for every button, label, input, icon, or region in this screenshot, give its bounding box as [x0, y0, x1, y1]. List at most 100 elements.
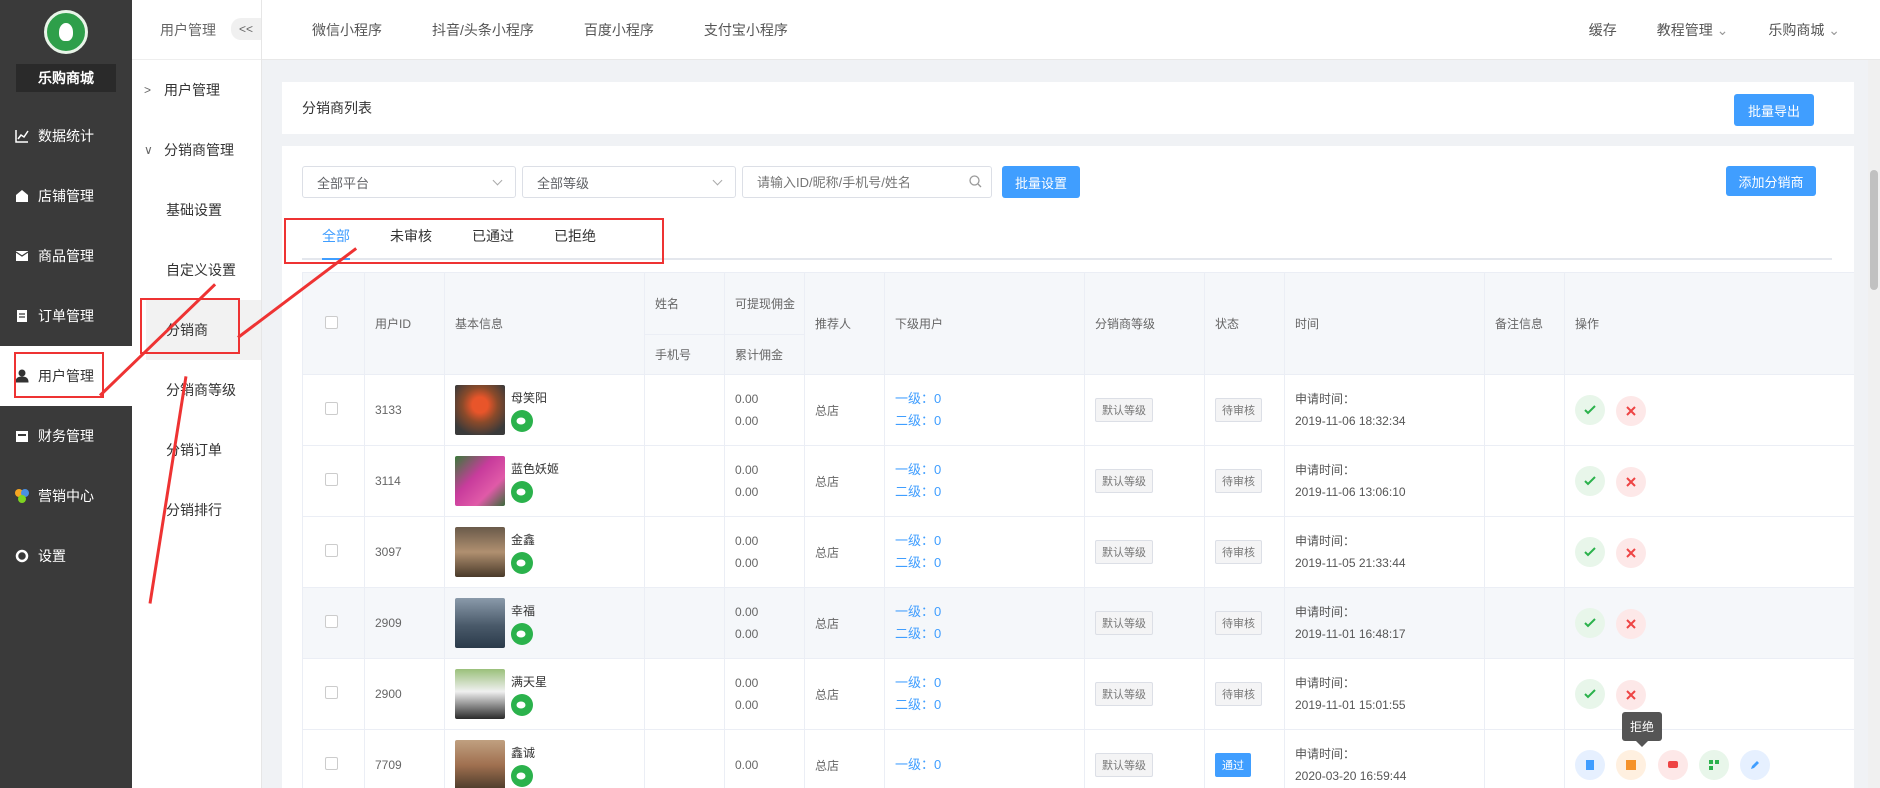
tutorial-dropdown[interactable]: 教程管理: [1657, 20, 1729, 40]
approve-icon[interactable]: [1575, 536, 1605, 567]
top-header: 微信小程序 抖音/头条小程序 百度小程序 支付宝小程序 缓存 教程管理 乐购商城: [262, 0, 1880, 60]
header-right: 缓存 教程管理 乐购商城: [1589, 0, 1840, 60]
level1-link[interactable]: 一级：0: [895, 672, 1084, 694]
sub-users-cell: 一级：0 二级：0: [884, 587, 1085, 659]
batch-settings-button[interactable]: 批量设置: [1002, 166, 1080, 198]
nav-item-orders[interactable]: 订单管理: [0, 286, 132, 346]
subnav-item-basic[interactable]: 基础设置: [132, 180, 261, 240]
level1-link[interactable]: 一级：0: [895, 459, 1084, 481]
apply-time: 2019-11-05 21:33:44: [1295, 556, 1406, 570]
commission-cell: 0.00 0.00: [724, 516, 805, 588]
time-cell: 申请时间： 2019-11-01 15:01:55: [1284, 658, 1485, 730]
level2-link[interactable]: 二级：0: [895, 694, 1084, 716]
referrer: 总店: [804, 729, 885, 788]
toptab-douyin[interactable]: 抖音/头条小程序: [432, 20, 534, 40]
toptab-baidu[interactable]: 百度小程序: [584, 20, 654, 40]
subnav-item-ranking[interactable]: 分销排行: [132, 480, 261, 540]
distributor-table: 用户ID 基本信息 姓名 可提现佣金 推荐人 下级用户 分销商等级 状态 时间 …: [302, 272, 1854, 788]
toptab-alipay[interactable]: 支付宝小程序: [704, 20, 788, 40]
batch-export-button[interactable]: 批量导出: [1734, 94, 1814, 126]
select-all-checkbox[interactable]: [325, 315, 338, 329]
search-wrap: [742, 166, 992, 198]
subnav-group-users[interactable]: > 用户管理: [132, 60, 261, 120]
user-id: 3097: [364, 516, 445, 588]
add-distributor-button[interactable]: 添加分销商: [1726, 166, 1816, 196]
row-checkbox[interactable]: [325, 615, 338, 628]
reject-icon[interactable]: [1616, 537, 1647, 568]
approve-icon[interactable]: [1575, 394, 1605, 425]
row-checkbox[interactable]: [325, 686, 338, 699]
status-cell: 通过: [1204, 729, 1285, 788]
page-scrollbar[interactable]: [1868, 60, 1880, 788]
withdrawable-commission: 0.00: [735, 605, 759, 619]
level1-link[interactable]: 一级：0: [895, 601, 1084, 623]
subnav-group-distributors[interactable]: ∨ 分销商管理: [132, 120, 261, 180]
reject-icon[interactable]: [1616, 395, 1647, 426]
row-checkbox-cell: [302, 658, 365, 730]
level-select[interactable]: 全部等级: [522, 166, 736, 198]
nav-label: 财务管理: [38, 428, 94, 444]
apply-time: 2019-11-06 13:06:10: [1295, 485, 1406, 499]
apply-time: 2019-11-01 16:48:17: [1295, 627, 1406, 641]
toptab-wechat[interactable]: 微信小程序: [312, 20, 382, 40]
collapse-button[interactable]: <<: [231, 18, 261, 40]
row-checkbox[interactable]: [325, 544, 338, 557]
col-total: 累计佣金: [724, 334, 805, 375]
approve-icon[interactable]: [1575, 678, 1605, 709]
search-input[interactable]: [742, 166, 992, 198]
nav-item-marketing[interactable]: 营销中心: [0, 466, 132, 526]
reject-icon[interactable]: [1616, 466, 1647, 497]
nav-item-goods[interactable]: 商品管理: [0, 226, 132, 286]
level2-link[interactable]: 二级：0: [895, 623, 1084, 645]
row-checkbox[interactable]: [325, 473, 338, 486]
message-icon[interactable]: [1657, 750, 1688, 780]
basic-info-cell: 金鑫: [444, 516, 645, 588]
approve-icon[interactable]: [1575, 607, 1605, 638]
ops-cell: [1564, 516, 1854, 588]
subnav-item-level[interactable]: 分销商等级: [132, 360, 261, 420]
search-icon[interactable]: [969, 175, 982, 191]
level1-link[interactable]: 一级：0: [895, 754, 1084, 776]
nav-item-finance[interactable]: 财务管理: [0, 406, 132, 466]
row-checkbox[interactable]: [325, 757, 338, 770]
platform-select[interactable]: 全部平台: [302, 166, 516, 198]
basic-info: 金鑫: [455, 527, 644, 577]
level-cell: 默认等级: [1084, 374, 1205, 446]
nav-item-stats[interactable]: 数据统计: [0, 106, 132, 166]
referrer: 总店: [804, 516, 885, 588]
time-label: 申请时间：: [1295, 676, 1356, 690]
time-label: 申请时间：: [1295, 392, 1356, 406]
nav-item-settings[interactable]: 设置: [0, 526, 132, 586]
nav-item-store[interactable]: 店铺管理: [0, 166, 132, 226]
edit-icon[interactable]: [1740, 750, 1771, 780]
col-status: 状态: [1204, 272, 1285, 375]
qrcode-icon[interactable]: [1699, 750, 1730, 780]
time-cell: 申请时间： 2019-11-05 21:33:44: [1284, 516, 1485, 588]
level1-link[interactable]: 一级：0: [895, 530, 1084, 552]
table-row: 2909 幸福 0.00 0.00 总店 一级：0 二级：0 默认等级 待审核 申请…: [302, 587, 1854, 659]
row-checkbox[interactable]: [325, 402, 338, 415]
commission-icon[interactable]: [1616, 750, 1647, 780]
ops-cell: [1564, 587, 1854, 659]
reject-icon[interactable]: [1616, 608, 1647, 639]
total-commission: 0.00: [735, 627, 759, 641]
level1-link[interactable]: 一级：0: [895, 388, 1084, 410]
filter-bar: 全部平台 全部等级 批量设置: [302, 166, 1080, 198]
cache-link[interactable]: 缓存: [1589, 20, 1617, 40]
level2-link[interactable]: 二级：0: [895, 552, 1084, 574]
reject-icon[interactable]: [1616, 679, 1647, 710]
subnav-item-orders[interactable]: 分销订单: [132, 420, 261, 480]
approve-icon[interactable]: [1575, 465, 1605, 496]
scrollbar-thumb[interactable]: [1870, 170, 1878, 290]
detail-icon[interactable]: [1575, 750, 1605, 780]
user-id: 3114: [364, 445, 445, 517]
name-phone-cell: [644, 516, 725, 588]
withdrawable-commission: 0.00: [735, 676, 759, 690]
col-referrer: 推荐人: [804, 272, 885, 375]
subnav-item-custom[interactable]: 自定义设置: [132, 240, 261, 300]
basic-info: 满天星: [455, 669, 644, 719]
apply-time: 2019-11-01 15:01:55: [1295, 698, 1406, 712]
shop-dropdown[interactable]: 乐购商城: [1768, 20, 1840, 40]
level2-link[interactable]: 二级：0: [895, 481, 1084, 503]
level2-link[interactable]: 二级：0: [895, 410, 1084, 432]
